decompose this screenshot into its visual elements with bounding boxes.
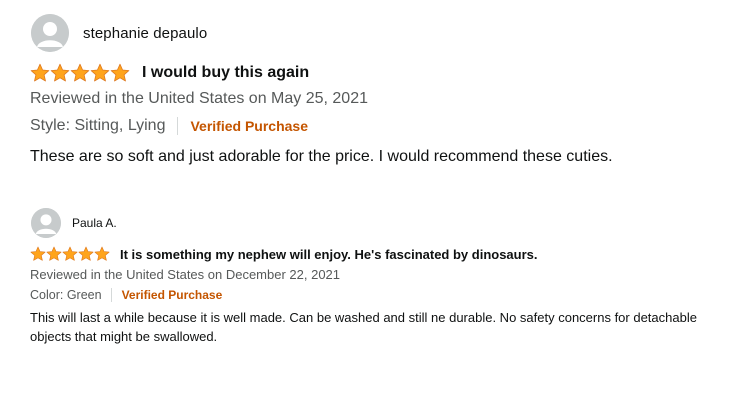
- review-card: Paula A. It is something my nephew will …: [0, 208, 750, 346]
- review-card: stephanie depaulo I would buy this again…: [0, 14, 750, 168]
- five-star-icon: [30, 246, 110, 261]
- divider: [110, 287, 112, 302]
- star-rating[interactable]: [30, 246, 110, 262]
- divider: [177, 117, 179, 135]
- verified-purchase-badge: Verified Purchase: [121, 287, 223, 302]
- review-title[interactable]: I would buy this again: [142, 64, 309, 82]
- variant-link[interactable]: Style: Sitting, Lying: [30, 117, 165, 135]
- review-rating-row: It is something my nephew will enjoy. He…: [30, 244, 750, 264]
- review-variant-row: Color: Green Verified Purchase: [30, 285, 750, 304]
- five-star-icon: [30, 63, 130, 82]
- review-date: Reviewed in the United States on Decembe…: [30, 267, 341, 282]
- review-variant-row: Style: Sitting, Lying Verified Purchase: [30, 115, 750, 137]
- star-rating[interactable]: [30, 63, 130, 83]
- reviewer-name[interactable]: stephanie depaulo: [83, 25, 207, 42]
- reviewer-name[interactable]: Paula A.: [72, 216, 117, 230]
- review-title[interactable]: It is something my nephew will enjoy. He…: [120, 247, 538, 262]
- default-avatar-icon: [31, 14, 69, 52]
- reviewer-profile[interactable]: Paula A.: [31, 208, 750, 238]
- reviews-page: stephanie depaulo I would buy this again…: [0, 0, 750, 400]
- review-body: These are so soft and just adorable for …: [30, 148, 613, 165]
- verified-purchase-badge: Verified Purchase: [190, 118, 308, 134]
- default-avatar-icon: [31, 208, 61, 238]
- variant-link[interactable]: Color: Green: [30, 288, 102, 302]
- review-date: Reviewed in the United States on May 25,…: [30, 90, 368, 107]
- review-rating-row: I would buy this again: [30, 62, 750, 84]
- reviewer-profile[interactable]: stephanie depaulo: [31, 14, 750, 52]
- review-body: This will last a while because it is wel…: [30, 310, 697, 344]
